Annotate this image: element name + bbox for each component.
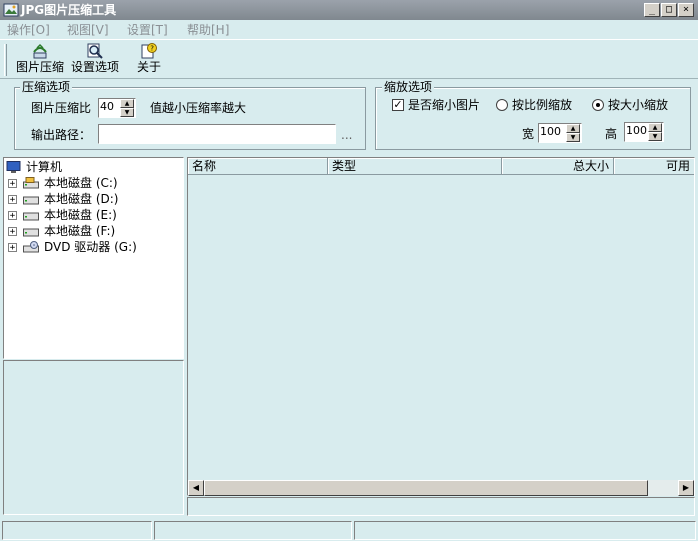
- minimize-button[interactable]: _: [644, 3, 660, 17]
- expand-f-toggle[interactable]: +: [8, 227, 17, 237]
- by-size-label: 按大小缩放: [608, 98, 669, 112]
- height-label: 高: [605, 127, 618, 141]
- app-icon: [3, 3, 19, 17]
- tree-root-label: 计算机: [26, 160, 63, 174]
- tree-label-e: 本地磁盘 (E:): [44, 208, 117, 222]
- tree-label-g: DVD 驱动器 (G:): [44, 240, 137, 254]
- column-header-free[interactable]: 可用: [614, 158, 694, 175]
- system-drive-icon: [23, 177, 39, 189]
- status-cell-3: [354, 521, 696, 540]
- by-ratio-label: 按比例缩放: [512, 98, 573, 112]
- compress-options-legend: 压缩选项: [20, 80, 73, 94]
- output-path-label: 输出路径：: [31, 128, 92, 142]
- tree-label-f: 本地磁盘 (F:): [44, 224, 116, 238]
- browse-button[interactable]: ...: [341, 127, 352, 143]
- scale-options-legend: 缩放选项: [382, 80, 435, 94]
- tree-label-d: 本地磁盘 (D:): [44, 192, 119, 206]
- ratio-label: 图片压缩比: [31, 101, 92, 115]
- settings-label: 设置选项: [70, 60, 119, 74]
- file-list[interactable]: 名称 类型 总大小 可用: [187, 157, 695, 496]
- by-size-radio[interactable]: [592, 99, 604, 111]
- tree-item-f[interactable]: + 本地磁盘 (F:): [6, 223, 176, 239]
- settings-button[interactable]: 设置选项: [69, 42, 121, 78]
- hard-drive-icon: [23, 212, 39, 221]
- output-path-input[interactable]: [98, 124, 336, 144]
- ratio-hint: 值越小压缩率越大: [150, 101, 247, 115]
- dvd-drive-icon: [23, 241, 39, 253]
- height-spinner[interactable]: 100 ▲ ▼: [624, 122, 664, 142]
- compress-label: 图片压缩: [15, 60, 64, 74]
- expand-d-toggle[interactable]: +: [8, 195, 17, 205]
- shrink-label: 是否缩小图片: [408, 98, 481, 112]
- tree-item-d[interactable]: + 本地磁盘 (D:): [6, 191, 176, 207]
- toolbar: 图片压缩 设置选项 ? 关于: [0, 39, 698, 79]
- hard-drive-icon: [23, 228, 39, 237]
- scroll-thumb[interactable]: [204, 480, 648, 496]
- menu-operate[interactable]: 操作[O]: [7, 22, 50, 38]
- column-header-type[interactable]: 类型: [328, 158, 502, 175]
- menu-view[interactable]: 视图[V]: [67, 22, 109, 38]
- tree-item-c[interactable]: + 本地磁盘 (C:): [6, 175, 176, 191]
- shrink-checkbox[interactable]: ✓: [392, 99, 404, 111]
- scroll-right-button[interactable]: ▶: [678, 480, 694, 496]
- close-button[interactable]: ×: [678, 3, 694, 17]
- help-icon: ?: [141, 43, 157, 59]
- width-label: 宽: [522, 127, 535, 141]
- title-bar[interactable]: JPG图片压缩工具 _ □ ×: [0, 0, 698, 20]
- scroll-left-button[interactable]: ◀: [188, 480, 204, 496]
- tree-item-g[interactable]: + DVD 驱动器 (G:): [6, 239, 176, 255]
- computer-icon: [6, 161, 21, 173]
- ratio-spinner[interactable]: 40 ▲ ▼: [98, 98, 136, 118]
- toolbar-grip[interactable]: [4, 44, 7, 76]
- column-header-name[interactable]: 名称: [188, 158, 328, 175]
- preview-pane: [3, 360, 184, 515]
- horizontal-scrollbar[interactable]: ◀ ▶: [188, 480, 694, 496]
- height-down-button[interactable]: ▼: [648, 132, 662, 141]
- tree-item-e[interactable]: + 本地磁盘 (E:): [6, 207, 176, 223]
- menu-help[interactable]: 帮助[H]: [187, 22, 229, 38]
- width-up-button[interactable]: ▲: [566, 124, 580, 133]
- expand-g-toggle[interactable]: +: [8, 243, 17, 253]
- window-title: JPG图片压缩工具: [21, 3, 117, 17]
- tree-label-c: 本地磁盘 (C:): [44, 176, 118, 190]
- width-value: 100: [540, 125, 561, 138]
- column-header-size[interactable]: 总大小: [502, 158, 614, 175]
- compress-icon: [33, 43, 47, 59]
- menu-settings[interactable]: 设置[T]: [127, 22, 168, 38]
- hard-drive-icon: [23, 196, 39, 205]
- about-button[interactable]: ? 关于: [134, 42, 164, 78]
- magnifier-icon: [87, 43, 103, 59]
- about-label: 关于: [136, 60, 161, 74]
- expand-e-toggle[interactable]: +: [8, 211, 17, 221]
- ratio-value: 40: [100, 100, 114, 113]
- svg-text:?: ?: [150, 45, 154, 53]
- width-down-button[interactable]: ▼: [566, 133, 580, 142]
- by-ratio-radio[interactable]: [496, 99, 508, 111]
- expand-c-toggle[interactable]: +: [8, 179, 17, 189]
- log-panel: [187, 497, 695, 516]
- folder-tree[interactable]: 计算机 + 本地磁盘 (C:) + 本地磁盘 (D:) + 本地磁盘 (E:) …: [3, 157, 184, 359]
- maximize-button[interactable]: □: [661, 3, 677, 17]
- menu-bar: 操作[O] 视图[V] 设置[T] 帮助[H]: [0, 20, 698, 39]
- ratio-down-button[interactable]: ▼: [120, 108, 134, 117]
- compress-button[interactable]: 图片压缩: [14, 42, 66, 78]
- height-value: 100: [626, 124, 647, 137]
- status-cell-1: [2, 521, 152, 540]
- width-spinner[interactable]: 100 ▲ ▼: [538, 123, 582, 143]
- status-cell-2: [154, 521, 352, 540]
- ratio-up-button[interactable]: ▲: [120, 99, 134, 108]
- height-up-button[interactable]: ▲: [648, 123, 662, 132]
